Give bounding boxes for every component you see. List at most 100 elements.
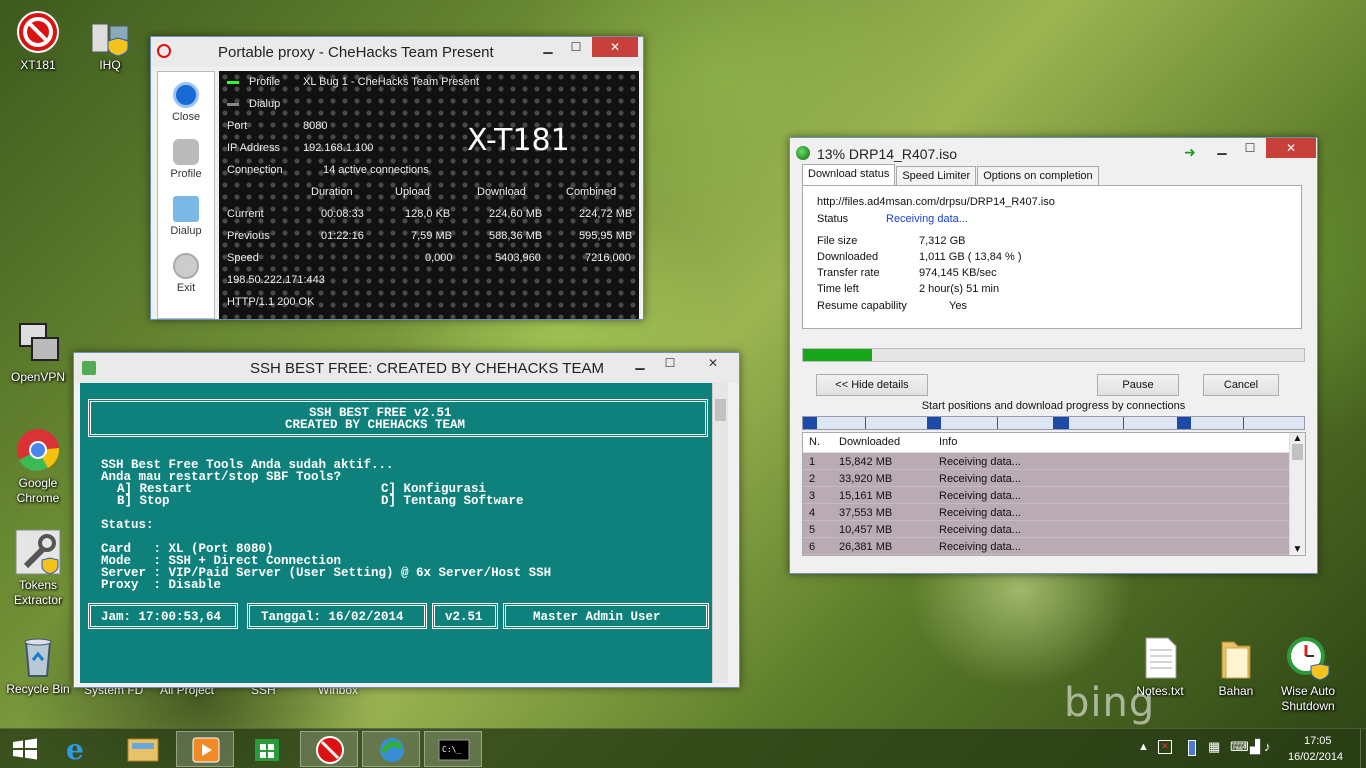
- segment: [927, 417, 941, 429]
- row-label: Previous: [227, 230, 270, 242]
- usb-icon[interactable]: ⌨: [1230, 739, 1249, 755]
- table-cell: 3: [809, 490, 816, 502]
- start-button[interactable]: [0, 731, 50, 767]
- clock-date[interactable]: 16/02/2014: [1288, 751, 1343, 763]
- port-label: Port: [227, 120, 248, 132]
- col-n[interactable]: N.: [809, 436, 820, 448]
- internet-explorer-taskbar-button[interactable]: e: [52, 731, 110, 767]
- close-button[interactable]: ✕: [1266, 138, 1316, 158]
- ssh-console-window[interactable]: SSH BEST FREE: CREATED BY CHEHACKS TEAM …: [73, 352, 740, 688]
- hide-details-button[interactable]: << Hide details: [816, 374, 928, 396]
- desktop-icon-label: Tokens Extractor: [13, 578, 62, 607]
- pause-button[interactable]: Pause: [1097, 374, 1179, 396]
- version-text: v2.51: [445, 610, 483, 624]
- table-cell: 15,842 MB: [839, 456, 893, 468]
- desktop-icon-recycle-bin[interactable]: Recycle Bin: [0, 632, 76, 697]
- windows-logo-icon: [13, 738, 37, 760]
- flag-icon[interactable]: ✕: [1158, 740, 1172, 754]
- show-desktop-button[interactable]: [1360, 729, 1366, 768]
- cell: 224,72 MB: [579, 208, 633, 220]
- console-taskbar-button[interactable]: C:\_: [424, 731, 482, 767]
- scroll-up-arrow[interactable]: ▲: [1290, 433, 1305, 444]
- table-row[interactable]: 1 15,842 MB Receiving data...: [803, 453, 1289, 470]
- maximize-button[interactable]: ☐: [562, 37, 590, 57]
- close-proxy-button[interactable]: Close: [158, 82, 214, 123]
- svg-text:C:\_: C:\_: [442, 745, 461, 754]
- col-downloaded[interactable]: Downloaded: [839, 436, 900, 448]
- title-bar[interactable]: SSH BEST FREE: CREATED BY CHEHACKS TEAM …: [74, 353, 739, 383]
- table-row[interactable]: 4 37,553 MB Receiving data...: [803, 504, 1289, 521]
- portable-proxy-taskbar-button[interactable]: [300, 731, 358, 767]
- clock-time[interactable]: 17:05: [1304, 735, 1332, 747]
- cell: 588,36 MB: [489, 230, 543, 242]
- desktop-icon-wise-auto-shutdown[interactable]: Wise Auto Shutdown: [1270, 634, 1346, 714]
- cell: 224,60 MB: [489, 208, 543, 220]
- exit-button[interactable]: Exit: [158, 253, 214, 294]
- table-row[interactable]: 6 26,381 MB Receiving data...: [803, 538, 1289, 555]
- col-download: Download: [477, 186, 526, 198]
- table-row[interactable]: 5 10,457 MB Receiving data...: [803, 521, 1289, 538]
- sidebar-label: Exit: [176, 282, 196, 294]
- col-combined: Combined: [566, 186, 617, 198]
- table-cell: 6: [809, 541, 816, 553]
- minimize-button[interactable]: ▁: [534, 37, 562, 57]
- downloaded-label: Downloaded: [817, 251, 879, 263]
- table-cell: 5: [809, 524, 816, 536]
- minimize-button[interactable]: ▁: [1208, 138, 1236, 158]
- minimize-button[interactable]: ▁: [626, 353, 654, 373]
- vertical-scrollbar[interactable]: ▲ ▼: [1289, 433, 1305, 555]
- download-progress-window[interactable]: 13% DRP14_R407.iso ➜ ▁ ☐ ✕ Download stat…: [789, 137, 1318, 574]
- tab-options-on-completion[interactable]: Options on completion: [977, 166, 1099, 185]
- desktop-icon-chrome[interactable]: Google Chrome: [0, 426, 76, 506]
- internet-explorer-icon: e: [66, 733, 84, 766]
- media-taskbar-button[interactable]: [176, 731, 234, 767]
- desktop-icon-tokens-extractor[interactable]: Tokens Extractor: [0, 528, 76, 608]
- dialup-button[interactable]: Dialup: [158, 196, 214, 237]
- desktop-icon-label: OpenVPN: [10, 370, 66, 384]
- vertical-scrollbar[interactable]: [712, 383, 728, 683]
- tab-download-status[interactable]: Download status: [802, 164, 896, 185]
- scroll-thumb[interactable]: [715, 399, 726, 421]
- close-button[interactable]: ✕: [690, 353, 736, 373]
- table-cell: Receiving data...: [939, 456, 1021, 468]
- table-row[interactable]: 3 15,161 MB Receiving data...: [803, 487, 1289, 504]
- table-cell: 15,161 MB: [839, 490, 893, 502]
- title-bar[interactable]: Portable proxy - CheHacks Team Present ▁…: [151, 37, 643, 67]
- profile-button[interactable]: Profile: [158, 139, 214, 180]
- volume-icon[interactable]: ♪: [1264, 739, 1271, 754]
- tab-speed-limiter[interactable]: Speed Limiter: [896, 166, 977, 185]
- cancel-button[interactable]: Cancel: [1203, 374, 1279, 396]
- scroll-thumb[interactable]: [1292, 444, 1303, 460]
- network-icon[interactable]: ▦: [1208, 739, 1220, 755]
- desktop-icon-xt181[interactable]: XT181: [0, 8, 76, 73]
- idm-icon: [380, 738, 404, 762]
- desktop-icon-openvpn[interactable]: OpenVPN: [0, 320, 76, 385]
- sidebar-label: Profile: [170, 168, 202, 180]
- maximize-button[interactable]: ☐: [656, 353, 684, 373]
- battery-icon[interactable]: [1188, 740, 1196, 756]
- connection-label: Connection: [227, 164, 283, 176]
- table-row[interactable]: 2 33,920 MB Receiving data...: [803, 470, 1289, 487]
- close-button[interactable]: ✕: [592, 37, 638, 57]
- sidebar-label: Close: [171, 111, 201, 123]
- stop-icon: [173, 82, 199, 108]
- dialup-icon: [173, 196, 199, 222]
- cell: 5403,960: [495, 252, 541, 264]
- scroll-down-arrow[interactable]: ▼: [1290, 544, 1305, 555]
- desktop-icon-bahan[interactable]: Bahan: [1198, 634, 1274, 699]
- rate-value: 974,145 KB/sec: [919, 267, 997, 279]
- idm-taskbar-button[interactable]: [362, 731, 420, 767]
- portable-proxy-window[interactable]: Portable proxy - CheHacks Team Present ▁…: [150, 36, 644, 320]
- store-icon: [255, 739, 279, 761]
- no-entry-icon: [316, 736, 344, 764]
- col-info[interactable]: Info: [939, 436, 957, 448]
- maximize-button[interactable]: ☐: [1236, 138, 1264, 158]
- show-hidden-icons[interactable]: ▲: [1138, 741, 1149, 753]
- signal-icon[interactable]: ▟: [1250, 739, 1260, 755]
- desktop-icon-label: XT181: [20, 58, 56, 72]
- chrome-icon: [14, 426, 62, 474]
- store-taskbar-button[interactable]: [238, 731, 296, 767]
- desktop-icon-ihq[interactable]: IHQ: [72, 20, 148, 73]
- file-explorer-taskbar-button[interactable]: [114, 731, 172, 767]
- connections-table[interactable]: N. Downloaded Info 1 15,842 MB Receiving d…: [802, 432, 1306, 556]
